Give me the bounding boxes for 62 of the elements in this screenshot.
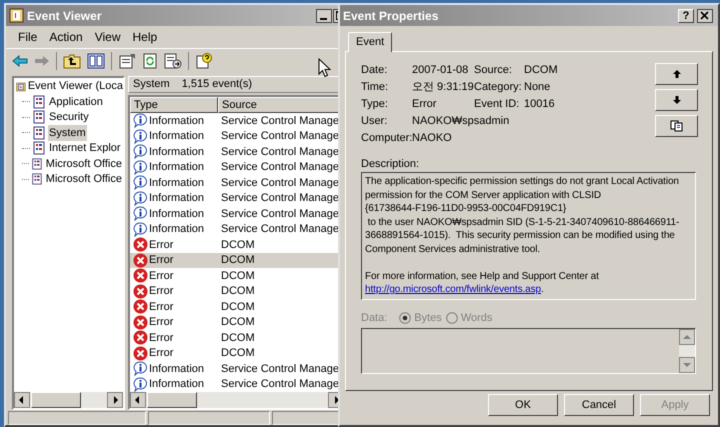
field-value: NAOKO <box>412 131 453 146</box>
table-cell-text: DCOM <box>220 268 255 284</box>
table-cell-text: DCOM <box>220 330 255 346</box>
table-cell-text: Service Control Manage <box>220 222 340 237</box>
data-label: Data: <box>361 310 388 326</box>
table-cell-text: DCOM <box>220 300 255 314</box>
table-cell-text: Error <box>149 346 174 361</box>
table-cell-text: Error <box>149 284 174 299</box>
table-cell-text: Service Control Manage <box>220 377 340 392</box>
table-cell-text: Service Control Manage <box>220 191 340 206</box>
description-label: Description: <box>361 157 420 170</box>
table-cell-text: Information <box>149 191 204 206</box>
table-cell-text: Service Control Manage <box>220 362 340 376</box>
table-cell-text: Information <box>149 362 204 376</box>
table-cell-text: Error <box>149 253 174 268</box>
table-cell-text: Service Control Manage <box>220 176 340 190</box>
radio-label: Bytes <box>414 310 442 326</box>
table-cell-text: DCOM <box>220 346 255 361</box>
table-cell-text: Service Control Manage <box>220 114 340 128</box>
table-cell-text: Information <box>149 222 204 237</box>
table-cell-text: Error <box>149 300 174 314</box>
field-label: Event ID: <box>474 97 520 112</box>
table-cell-text: Error <box>149 268 174 284</box>
table-cell-text: DCOM <box>220 238 255 252</box>
field-value: Error <box>412 97 438 112</box>
radio-label: Words <box>460 310 492 326</box>
table-cell-text: Information <box>149 176 204 190</box>
window-title: Event Properties <box>343 8 440 24</box>
field-value: 2007-01-08 <box>412 63 470 78</box>
table-cell-text: Information <box>149 129 204 144</box>
field-label: Source: <box>474 63 513 78</box>
field-label: Type: <box>361 97 389 112</box>
table-cell-text: Information <box>149 377 204 392</box>
field-value: DCOM <box>524 63 558 78</box>
field-label: Time: <box>361 80 390 96</box>
description-text: The application-specific permission settings do not grant Local Activation permission for the COM Server application with CLSID {61738644-F196-11D0-9953-00C04FD919C1} to the user NAOKO₩spsadmin SID (S-1-5-21-3407409610-886466911- 3668891564-1015). This security permission can be modified using the Component Services administrative tool. <box>365 175 680 256</box>
table-cell-text: Information <box>149 160 204 175</box>
table-cell-text: Service Control Manage <box>220 144 340 160</box>
table-cell-text: Error <box>149 330 174 346</box>
more-info-text: For more information, see Help and Support Center at http://go.microsoft.com/fwlink/events.asp. <box>365 270 600 296</box>
table-cell-text: Information <box>149 144 204 160</box>
table-cell-text: Information <box>149 114 204 128</box>
field-value: None <box>524 80 552 96</box>
log-name: System <box>133 77 170 92</box>
window-title: Event Viewer <box>27 8 102 24</box>
table-cell-text: Error <box>149 238 174 252</box>
table-cell-text: Error <box>149 315 174 330</box>
field-value: 오전 9:31:19 <box>412 80 474 96</box>
table-cell-text: DCOM <box>220 284 255 299</box>
field-label: Computer: <box>361 131 412 146</box>
table-cell-text: Service Control Manage <box>220 129 340 144</box>
table-cell-text: Service Control Manage <box>220 160 340 175</box>
event-count: 1,515 event(s) <box>182 77 252 92</box>
field-value: 10016 <box>524 97 556 112</box>
field-label: Date: <box>361 63 388 78</box>
field-label: User: <box>361 114 388 130</box>
field-value: NAOKO₩spsadmin <box>412 114 510 130</box>
table-cell-text: DCOM <box>220 315 255 330</box>
table-cell-text: DCOM <box>220 253 255 268</box>
field-label: Category: <box>474 80 523 96</box>
table-cell-text: Information <box>149 206 204 222</box>
table-cell-text: Service Control Manage <box>220 206 340 222</box>
